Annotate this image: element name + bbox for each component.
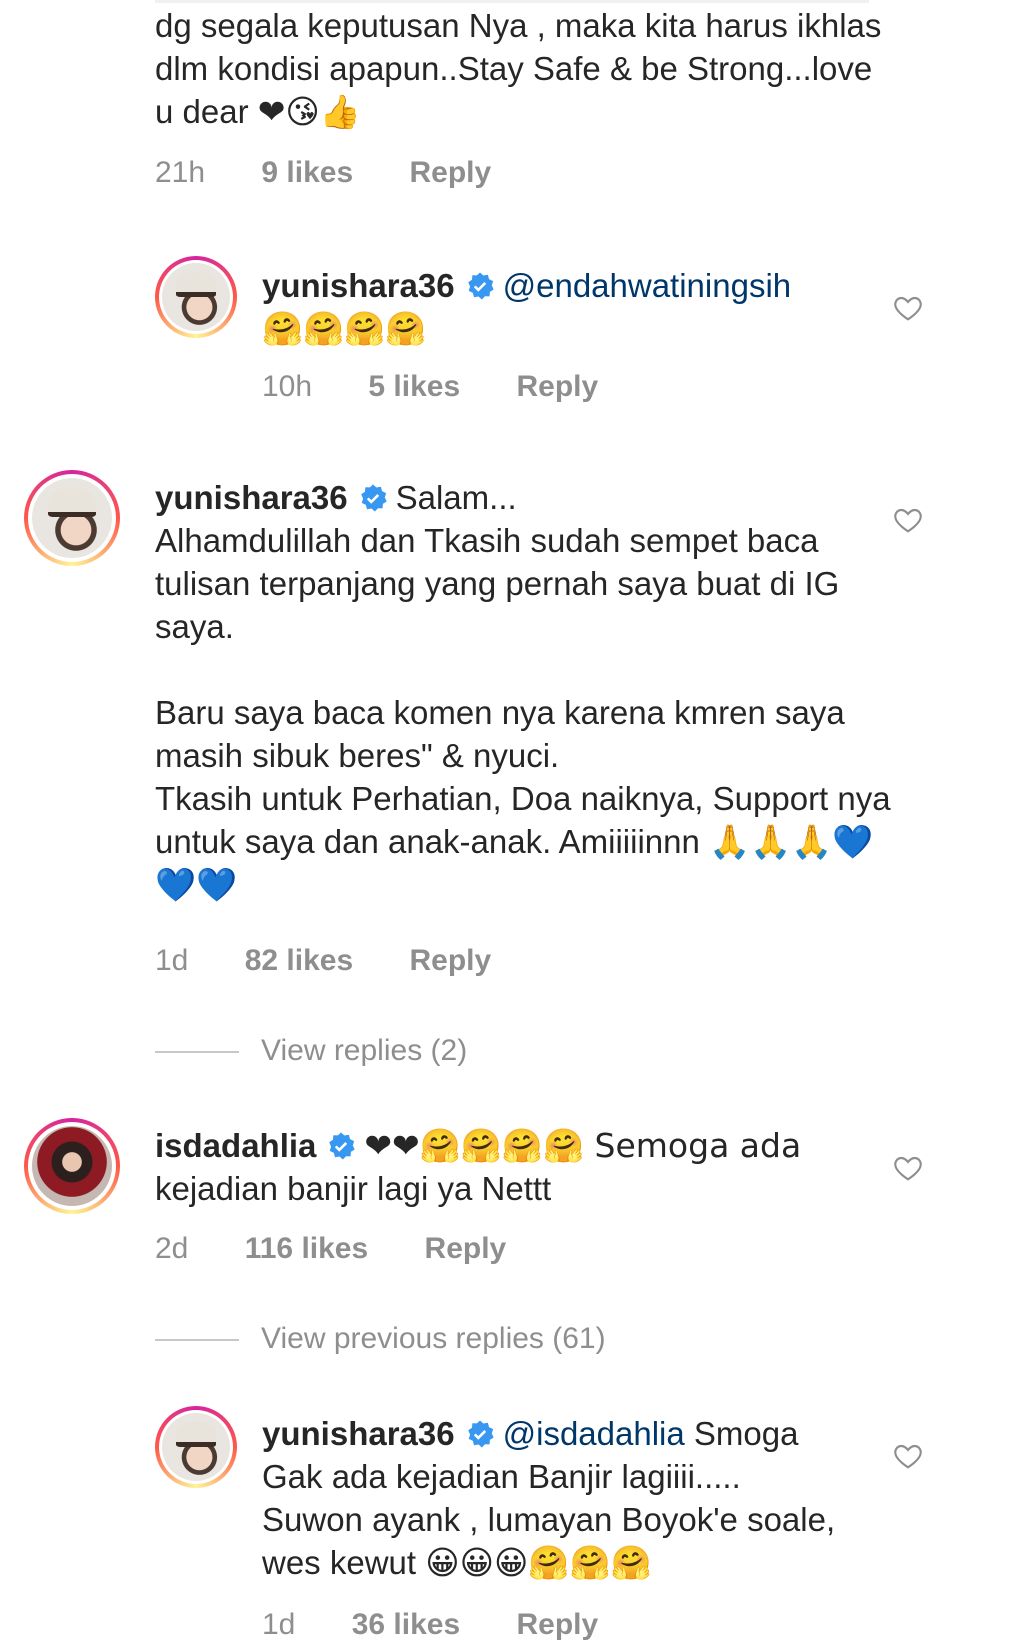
comment-likes[interactable]: 116 likes	[245, 1232, 368, 1265]
reply-meta: 1d 36 likes Reply	[262, 1608, 646, 1642]
verified-badge-icon	[329, 1132, 356, 1160]
view-replies-button[interactable]: View replies (2)	[155, 1034, 467, 1068]
view-replies-label[interactable]: View replies (2)	[261, 1034, 467, 1067]
username[interactable]: isdadahlia	[155, 1127, 316, 1164]
reply-button[interactable]: Reply	[410, 944, 492, 977]
like-heart-icon[interactable]	[892, 292, 924, 324]
comment-likes[interactable]: 82 likes	[245, 944, 353, 977]
reply-likes[interactable]: 5 likes	[368, 370, 460, 403]
reply-button[interactable]: Reply	[410, 156, 492, 189]
reply-first-line: Smoga	[693, 1415, 799, 1452]
view-replies-label[interactable]: View previous replies (61)	[261, 1322, 606, 1355]
divider-line	[155, 1051, 239, 1054]
avatar[interactable]	[24, 1118, 120, 1214]
comment-meta: 21h 9 likes Reply	[155, 156, 539, 190]
avatar[interactable]	[155, 256, 237, 338]
comment-first-line: Salam...	[395, 479, 517, 516]
view-previous-replies-button[interactable]: View previous replies (61)	[155, 1322, 606, 1356]
like-heart-icon[interactable]	[892, 504, 924, 536]
username[interactable]: yunishara36	[262, 267, 455, 304]
avatar[interactable]	[155, 1406, 237, 1488]
reply-time: 10h	[262, 370, 313, 403]
reply-text: yunishara36 @endahwatiningsih 🤗🤗🤗🤗	[262, 264, 902, 350]
mention-link[interactable]: @endahwatiningsih	[503, 267, 792, 304]
comment-text: isdadahlia ❤❤🤗🤗🤗🤗 Semoga ada kejadian ban…	[155, 1124, 895, 1210]
comment-text: dg segala keputusan Nya , maka kita haru…	[155, 7, 891, 130]
comment-time: 1d	[155, 944, 189, 977]
comment-meta: 1d 82 likes Reply	[155, 944, 539, 978]
divider-line	[155, 1339, 239, 1342]
reply-time: 1d	[262, 1608, 296, 1641]
reply-button[interactable]: Reply	[517, 1608, 599, 1641]
comment-likes[interactable]: 9 likes	[261, 156, 353, 189]
comment-body: Alhamdulillah dan Tkasih sudah sempet ba…	[155, 522, 891, 903]
reply-button[interactable]: Reply	[517, 370, 599, 403]
username[interactable]: yunishara36	[262, 1415, 455, 1452]
comment-time: 2d	[155, 1232, 189, 1265]
comment-text: yunishara36 Salam... Alhamdulillah dan Tk…	[155, 476, 895, 906]
reply-text: yunishara36 @isdadahlia Smoga Gak ada kej…	[262, 1412, 902, 1584]
like-heart-icon[interactable]	[892, 1440, 924, 1472]
reply-meta: 10h 5 likes Reply	[262, 370, 646, 404]
avatar[interactable]	[24, 470, 120, 566]
comment-time: 21h	[155, 156, 206, 189]
verified-badge-icon	[467, 1420, 494, 1448]
reply-likes[interactable]: 36 likes	[352, 1608, 460, 1641]
comment-body: kejadian banjir lagi ya Nettt	[155, 1170, 552, 1207]
reply-emoji: 🤗🤗🤗🤗	[262, 309, 427, 348]
verified-badge-icon	[467, 272, 494, 300]
scroll-divider	[155, 0, 869, 3]
verified-badge-icon	[360, 484, 387, 512]
reply-body: Gak ada kejadian Banjir lagiiii..... Suw…	[262, 1458, 836, 1581]
username[interactable]: yunishara36	[155, 479, 348, 516]
reply-button[interactable]: Reply	[425, 1232, 507, 1265]
like-heart-icon[interactable]	[892, 1152, 924, 1184]
comment-first-line: ❤❤🤗🤗🤗🤗 Semoga ada	[364, 1126, 802, 1165]
comment-meta: 2d 116 likes Reply	[155, 1232, 554, 1266]
mention-link[interactable]: @isdadahlia	[503, 1415, 685, 1452]
